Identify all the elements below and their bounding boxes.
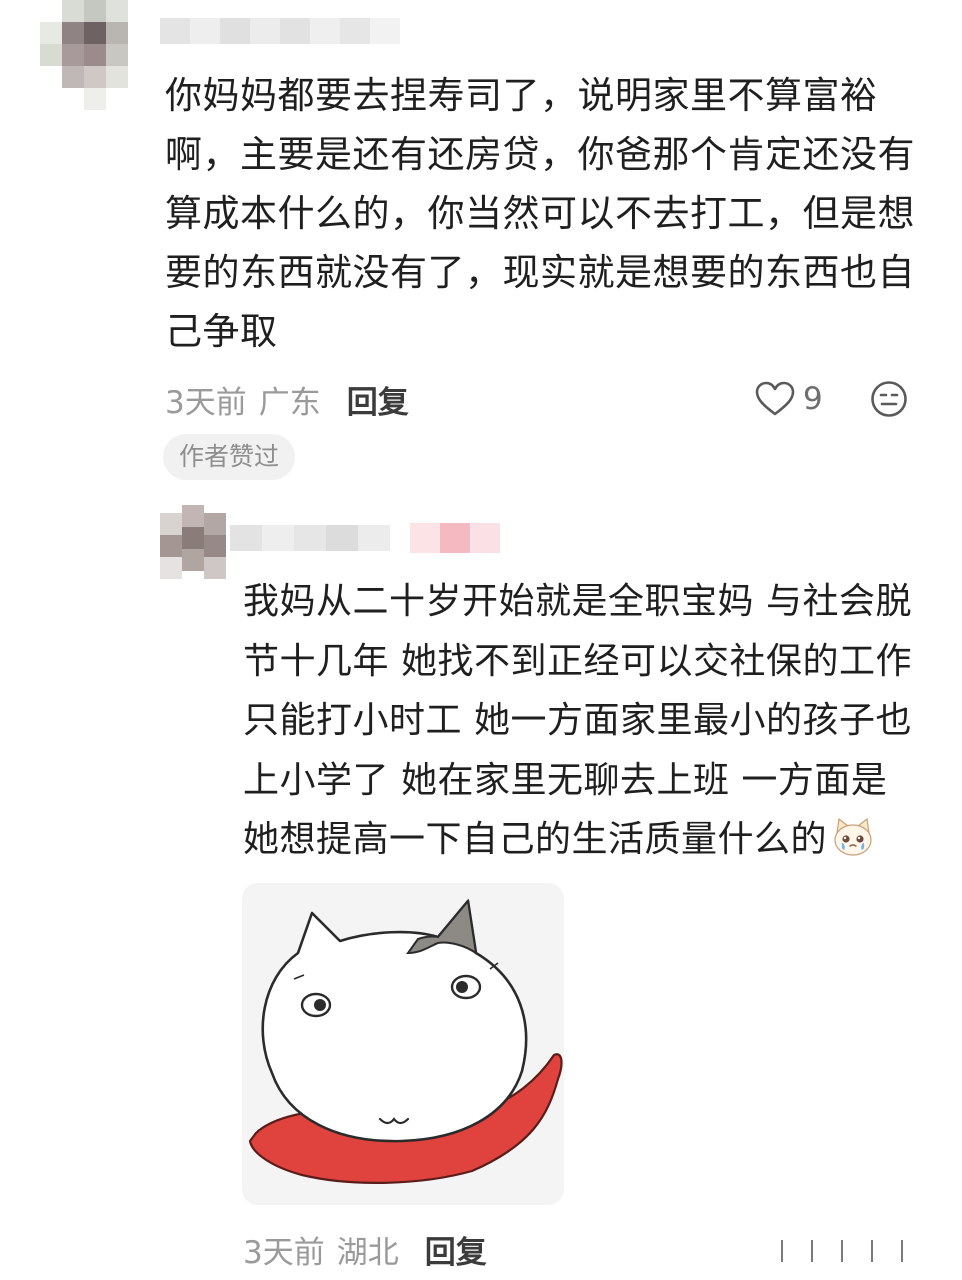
like-button[interactable]: 9 — [755, 376, 823, 422]
comment-meta: 3天前 广东 回复 — [165, 376, 409, 422]
reply-avatar[interactable] — [160, 505, 230, 581]
reply-text-line: 她想提高一下自己的生活质量什么的 — [243, 810, 943, 870]
reply-button[interactable]: 回复 — [347, 377, 409, 422]
reply-text-line: 我妈从二十岁开始就是全职宝妈 与社会脱 — [243, 581, 912, 622]
commenter-avatar[interactable] — [34, 0, 144, 110]
comment-location: 广东 — [258, 384, 321, 421]
more-options-icon[interactable] — [770, 1232, 920, 1268]
reply-text-line: 上小学了 她在家里无聊去上班 一方面是 — [243, 759, 888, 801]
author-liked-badge: 作者赞过 — [163, 434, 296, 480]
reply-time: 3天前 — [243, 1234, 325, 1271]
cat-sticker[interactable] — [242, 883, 564, 1205]
reply-name-blurred[interactable] — [230, 515, 500, 565]
heart-outline-icon — [755, 381, 795, 416]
meh-face-icon[interactable] — [870, 380, 908, 418]
reply-meta: 3天前 湖北 回复 — [243, 1226, 487, 1272]
crying-cat-emoji — [834, 817, 872, 856]
reply-text-line: 节十几年 她找不到正经可以交社保的工作 — [243, 640, 912, 682]
comment-text: 你妈妈都要去捏寿司了，说明家里不算富裕 啊，主要是还有还房贷，你爸那个肯定还没有… — [165, 74, 915, 353]
reply-reply-button[interactable]: 回复 — [425, 1227, 487, 1272]
reply-location: 湖北 — [336, 1234, 399, 1271]
reply-text: 我妈从二十岁开始就是全职宝妈 与社会脱 节十几年 她找不到正经可以交社保的工作 … — [243, 572, 943, 870]
reply-text-line: 只能打小时工 她一方面家里最小的孩子也 — [243, 700, 912, 741]
reply-text-last: 她想提高一下自己的生活质量什么的 — [243, 819, 828, 860]
like-count: 9 — [803, 381, 823, 417]
comment-time: 3天前 — [165, 384, 247, 421]
commenter-name-blurred[interactable] — [160, 10, 400, 50]
